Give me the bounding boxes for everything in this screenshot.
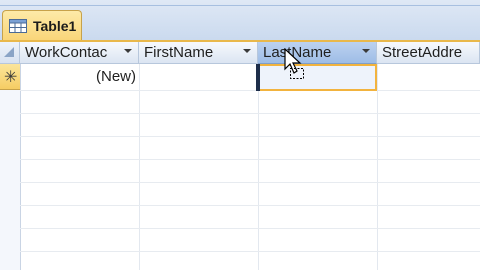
row-divider	[20, 136, 480, 137]
column-header-label: StreetAddre	[382, 44, 463, 61]
dropdown-arrow-icon[interactable]	[124, 49, 132, 53]
select-all-icon	[4, 47, 14, 57]
dropdown-arrow-icon[interactable]	[362, 49, 370, 53]
new-record-icon: ✳	[4, 69, 18, 86]
dropdown-arrow-icon[interactable]	[243, 49, 251, 53]
column-header-label: FirstName	[144, 44, 214, 61]
tab-table1[interactable]: Table1	[2, 10, 82, 42]
datasheet-grid[interactable]: WorkContac FirstName LastName StreetAddr…	[0, 42, 480, 270]
move-column-cursor-icon	[284, 48, 304, 79]
row-divider	[20, 228, 480, 229]
row-divider	[20, 205, 480, 206]
column-divider	[377, 64, 378, 270]
column-divider	[139, 64, 140, 270]
row-divider	[20, 113, 480, 114]
tab-label: Table1	[33, 18, 77, 34]
tab-bar-line	[0, 5, 480, 6]
select-all-button[interactable]	[0, 42, 20, 64]
new-record-selector[interactable]: ✳	[0, 64, 20, 90]
table-icon	[9, 19, 27, 33]
row-divider	[20, 90, 480, 91]
column-insertion-marker	[256, 64, 260, 91]
cell-highlight	[260, 66, 375, 89]
row-divider	[20, 159, 480, 160]
column-header-workcontact[interactable]: WorkContac	[20, 42, 139, 64]
column-header-label: WorkContac	[25, 44, 108, 61]
row-divider	[20, 251, 480, 252]
column-divider	[258, 64, 259, 270]
new-record-cell-workcontact[interactable]: (New)	[20, 64, 139, 90]
object-tab-bar: Table1	[0, 0, 480, 42]
column-header-streetaddress[interactable]: StreetAddre	[377, 42, 480, 64]
row-divider	[20, 182, 480, 183]
column-header-firstname[interactable]: FirstName	[139, 42, 258, 64]
column-header-lastname[interactable]: LastName	[258, 42, 377, 64]
new-record-cell-lastname[interactable]	[258, 64, 377, 91]
